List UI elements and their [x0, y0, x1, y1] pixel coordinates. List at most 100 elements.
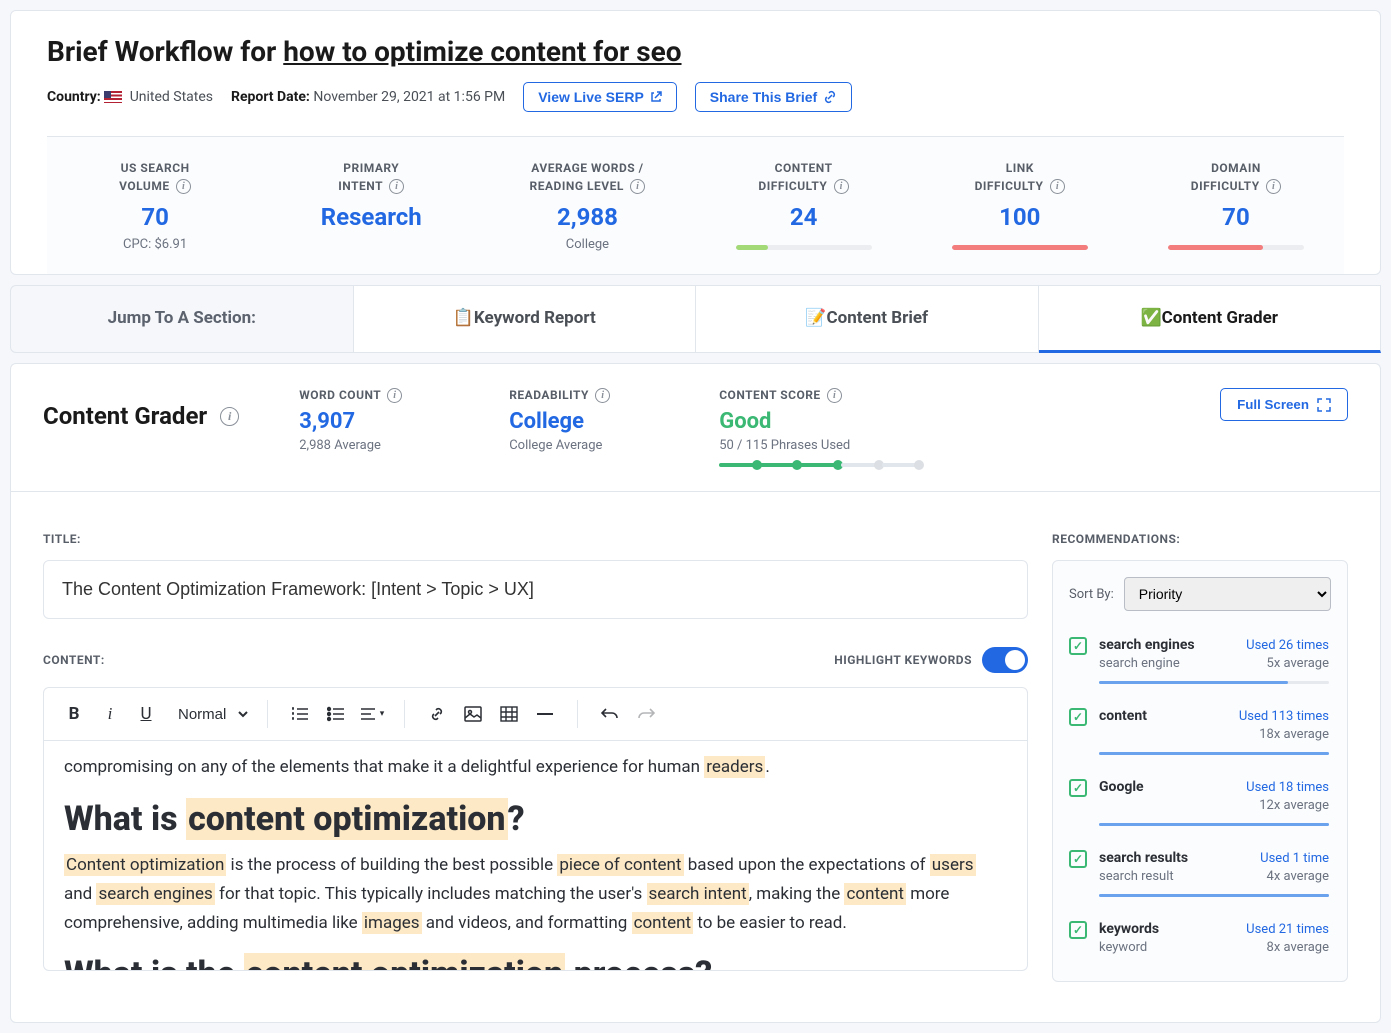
title-keyword: how to optimize content for seo: [283, 35, 681, 68]
rec-used: Used 18 times: [1246, 780, 1329, 795]
italic-button[interactable]: i: [94, 698, 126, 730]
stat-primary-intent: PRIMARYINTENT Research: [263, 137, 479, 274]
recommendation-item[interactable]: ✓ content Used 113 times 18x average: [1055, 696, 1345, 767]
info-icon[interactable]: [220, 407, 239, 426]
info-icon[interactable]: [1050, 179, 1065, 194]
content-score-stat: CONTENT SCORE Good 50 / 115 Phrases Used: [719, 388, 919, 467]
align-button[interactable]: ▾: [356, 698, 388, 730]
word-count-value: 3,907: [299, 409, 449, 434]
stat-avg-words: AVERAGE WORDS /READING LEVEL 2,988 Colle…: [479, 137, 695, 274]
table-button[interactable]: [493, 698, 525, 730]
jump-to-label: Jump To A Section:: [10, 285, 354, 353]
stat-search-volume: US SEARCHVOLUME 70 CPC: $6.91: [47, 137, 263, 274]
info-icon[interactable]: [387, 388, 402, 403]
content-score-value: Good: [719, 409, 919, 434]
brief-header: Brief Workflow for how to optimize conte…: [10, 10, 1381, 275]
recommendations-list[interactable]: ✓ search enginesUsed 26 times search eng…: [1053, 625, 1347, 965]
external-link-icon: [650, 91, 662, 103]
highlight-keywords-label: HIGHLIGHT KEYWORDS: [834, 653, 972, 667]
rec-avg: 18x average: [1259, 727, 1329, 742]
link-button[interactable]: [421, 698, 453, 730]
sort-select[interactable]: Priority: [1124, 577, 1331, 611]
section-tabs: Jump To A Section: 📋Keyword Report 📝Cont…: [10, 285, 1381, 353]
bullet-list-button[interactable]: [320, 698, 352, 730]
content-editor[interactable]: compromising on any of the elements that…: [43, 741, 1028, 971]
title-label: TITLE:: [43, 532, 1028, 546]
redo-button[interactable]: [630, 698, 662, 730]
stat-link-difficulty: LINKDIFFICULTY 100: [912, 137, 1128, 274]
undo-button[interactable]: [594, 698, 626, 730]
underline-button[interactable]: U: [130, 698, 162, 730]
rec-avg: 5x average: [1267, 656, 1329, 671]
title-prefix: Brief Workflow for: [47, 35, 283, 68]
info-icon[interactable]: [595, 388, 610, 403]
report-date: Report Date: November 29, 2021 at 1:56 P…: [231, 89, 505, 105]
check-icon: ✓: [1069, 921, 1087, 939]
reading-level-value: College: [489, 237, 685, 252]
readability-value: College: [509, 409, 659, 434]
avg-words-value: 2,988: [489, 203, 685, 231]
recommendation-item[interactable]: ✓ Google Used 18 times 12x average: [1055, 767, 1345, 838]
country: Country: United States: [47, 89, 213, 105]
content-grader-card: Content Grader WORD COUNT 3,907 2,988 Av…: [10, 363, 1381, 1023]
rec-used: Used 1 time: [1260, 851, 1329, 866]
check-icon: ✓: [1069, 779, 1087, 797]
rec-alt: search result: [1099, 869, 1174, 884]
rec-used: Used 21 times: [1246, 922, 1329, 937]
hr-button[interactable]: [529, 698, 561, 730]
info-icon[interactable]: [827, 388, 842, 403]
readability-stat: READABILITY College College Average: [509, 388, 659, 453]
rec-used: Used 26 times: [1246, 638, 1329, 653]
tab-content-brief[interactable]: 📝Content Brief: [696, 285, 1039, 353]
tab-content-grader[interactable]: ✅Content Grader: [1039, 285, 1382, 353]
page-title: Brief Workflow for how to optimize conte…: [47, 35, 1344, 68]
title-input[interactable]: [43, 560, 1028, 619]
check-icon: ✓: [1069, 850, 1087, 868]
stat-content-difficulty: CONTENTDIFFICULTY 24: [696, 137, 912, 274]
ordered-list-button[interactable]: [284, 698, 316, 730]
info-icon[interactable]: [1266, 179, 1281, 194]
score-track: [719, 463, 919, 467]
bold-button[interactable]: B: [58, 698, 90, 730]
link-difficulty-value: 100: [922, 203, 1118, 231]
recommendations-label: RECOMMENDATIONS:: [1052, 532, 1348, 546]
highlight-keywords-toggle[interactable]: [982, 647, 1028, 673]
check-icon: ✓: [1069, 637, 1087, 655]
expand-icon: [1317, 398, 1331, 412]
editor-toolbar: B i U Normal ▾: [43, 687, 1028, 741]
tab-keyword-report[interactable]: 📋Keyword Report: [354, 285, 697, 353]
check-icon: ✓: [1069, 708, 1087, 726]
rec-avg: 4x average: [1267, 869, 1329, 884]
image-button[interactable]: [457, 698, 489, 730]
info-icon[interactable]: [630, 179, 645, 194]
recommendation-item[interactable]: ✓ search results Used 1 time search resul…: [1055, 838, 1345, 909]
format-select[interactable]: Normal: [166, 699, 251, 730]
rec-keyword: keywords: [1099, 921, 1159, 937]
rec-avg: 8x average: [1267, 940, 1329, 955]
view-serp-button[interactable]: View Live SERP: [523, 82, 677, 112]
recommendation-item[interactable]: ✓ keywordsUsed 21 times keyword8x averag…: [1055, 909, 1345, 965]
fullscreen-button[interactable]: Full Screen: [1220, 388, 1348, 421]
rec-used: Used 113 times: [1239, 709, 1329, 724]
info-icon[interactable]: [389, 179, 404, 194]
word-count-stat: WORD COUNT 3,907 2,988 Average: [299, 388, 449, 453]
link-icon: [823, 90, 837, 104]
rec-alt: search engine: [1099, 656, 1180, 671]
rec-avg: 12x average: [1259, 798, 1329, 813]
search-volume-value: 70: [57, 203, 253, 231]
domain-difficulty-value: 70: [1138, 203, 1334, 231]
recommendation-item[interactable]: ✓ search enginesUsed 26 times search eng…: [1055, 625, 1345, 696]
rec-keyword: search results: [1099, 850, 1188, 866]
primary-intent-value[interactable]: Research: [273, 203, 469, 231]
rec-keyword: Google: [1099, 779, 1144, 795]
sort-label: Sort By:: [1069, 587, 1114, 602]
stat-domain-difficulty: DOMAINDIFFICULTY 70: [1128, 137, 1344, 274]
content-label: CONTENT:: [43, 653, 105, 667]
info-icon[interactable]: [834, 179, 849, 194]
grader-title: Content Grader: [43, 388, 239, 430]
info-icon[interactable]: [176, 179, 191, 194]
flag-icon: [104, 91, 122, 103]
content-difficulty-value: 24: [706, 203, 902, 231]
rec-keyword: content: [1099, 708, 1147, 724]
share-brief-button[interactable]: Share This Brief: [695, 82, 852, 112]
